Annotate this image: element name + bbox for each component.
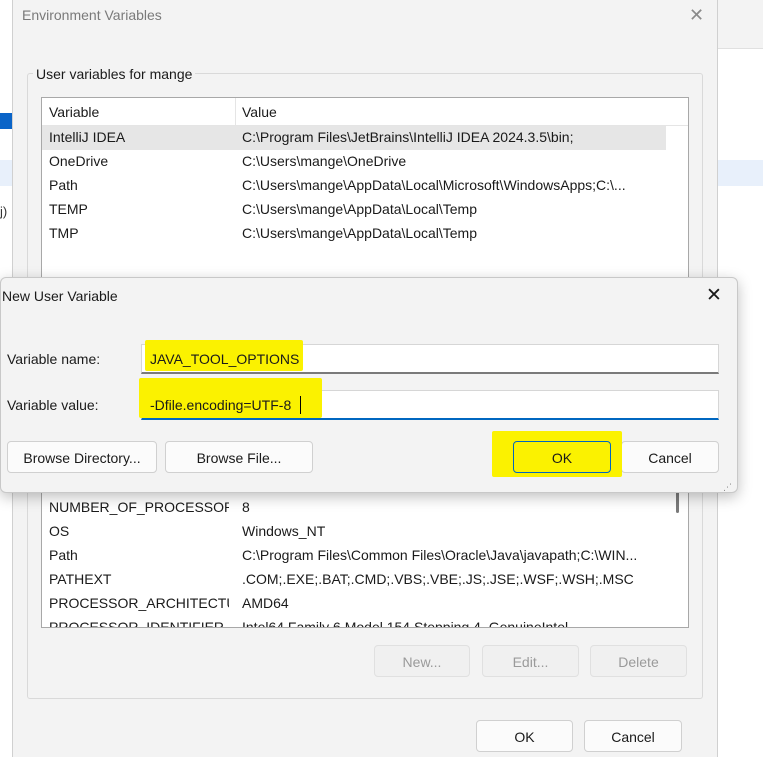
delete-system-variable-button[interactable]: Delete	[590, 645, 687, 677]
variable-name: OS	[49, 523, 70, 539]
list-header: Variable Value	[42, 98, 688, 126]
variable-value: C:\Program Files\Common Files\Oracle\Jav…	[242, 547, 638, 563]
variable-name-label: Variable name:	[7, 351, 101, 367]
background-accent-bar	[0, 113, 12, 129]
dialog-title: Environment Variables	[22, 7, 162, 23]
table-row[interactable]: OneDrive C:\Users\mange\OneDrive	[42, 150, 666, 174]
table-row[interactable]: PROCESSOR_IDENTIFIER Intel64 Family 6 Mo…	[42, 616, 666, 628]
column-divider[interactable]	[235, 98, 236, 125]
variable-value: C:\Users\mange\OneDrive	[242, 153, 407, 169]
variable-value: C:\Users\mange\AppData\Local\Microsoft\W…	[242, 177, 626, 193]
variable-name: PATHEXT	[49, 571, 112, 587]
new-user-variable-dialog: New User Variable ✕ Variable name: JAVA_…	[0, 277, 738, 493]
variable-name: Path	[49, 547, 78, 563]
variable-value: Windows_NT	[242, 523, 326, 539]
variable-value: C:\Users\mange\AppData\Local\Temp	[242, 225, 477, 241]
user-variables-label: User variables for mange	[33, 66, 196, 82]
variable-name: PROCESSOR_IDENTIFIER	[49, 619, 225, 628]
variable-name: Path	[49, 177, 78, 193]
column-header-variable[interactable]: Variable	[49, 104, 99, 120]
variable-value: AMD64	[242, 595, 289, 611]
table-row[interactable]: PROCESSOR_ARCHITECTU... AMD64	[42, 592, 666, 616]
cancel-button[interactable]: Cancel	[621, 441, 719, 473]
table-row[interactable]: Path C:\Program Files\Common Files\Oracl…	[42, 544, 666, 568]
variable-value: C:\Users\mange\AppData\Local\Temp	[242, 201, 477, 217]
background-window-titlebar	[716, 0, 763, 49]
variable-name: OneDrive	[49, 153, 109, 169]
close-icon[interactable]: ✕	[689, 5, 704, 26]
variable-value: C:\Program Files\JetBrains\IntelliJ IDEA…	[242, 129, 574, 145]
variable-name-field[interactable]: JAVA_TOOL_OPTIONS	[141, 340, 719, 374]
column-header-value[interactable]: Value	[242, 104, 277, 120]
variable-name: TMP	[49, 225, 79, 241]
variable-name: TEMP	[49, 201, 88, 217]
dialog-title: New User Variable	[2, 288, 118, 304]
table-row[interactable]: PATHEXT .COM;.EXE;.BAT;.CMD;.VBS;.VBE;.J…	[42, 568, 666, 592]
edit-system-variable-button[interactable]: Edit...	[482, 645, 579, 677]
user-variables-list[interactable]: Variable Value IntelliJ IDEA C:\Program …	[41, 97, 689, 279]
background-text-fragment: j)	[0, 204, 8, 219]
variable-value-field[interactable]: -Dfile.encoding=UTF-8	[139, 378, 719, 420]
variable-name: IntelliJ IDEA	[49, 129, 126, 145]
variable-name: PROCESSOR_ARCHITECTU...	[49, 595, 229, 611]
variable-value: 8	[242, 499, 250, 515]
text-caret	[300, 396, 301, 414]
table-row[interactable]: IntelliJ IDEA C:\Program Files\JetBrains…	[42, 126, 666, 150]
variable-name-value: JAVA_TOOL_OPTIONS	[150, 351, 300, 367]
system-variables-list[interactable]: NUMBER_OF_PROCESSORS 8 OS Windows_NT Pat…	[41, 488, 689, 628]
background-selected-row-right	[716, 160, 763, 186]
resize-grip-icon[interactable]: ⋰	[723, 482, 733, 493]
browse-file-button[interactable]: Browse File...	[165, 441, 313, 473]
variable-name: NUMBER_OF_PROCESSORS	[49, 499, 229, 515]
variable-value: Intel64 Family 6 Model 154 Stepping 4, G…	[242, 619, 569, 628]
ok-button[interactable]: OK	[476, 720, 573, 752]
table-row[interactable]: OS Windows_NT	[42, 520, 666, 544]
background-selected-row	[0, 160, 12, 186]
cancel-button[interactable]: Cancel	[584, 720, 682, 752]
variable-value: .COM;.EXE;.BAT;.CMD;.VBS;.VBE;.JS;.JSE;.…	[242, 571, 634, 587]
close-icon[interactable]: ✕	[706, 284, 722, 307]
table-row[interactable]: NUMBER_OF_PROCESSORS 8	[42, 496, 666, 520]
table-row[interactable]: TMP C:\Users\mange\AppData\Local\Temp	[42, 222, 666, 246]
table-row[interactable]: TEMP C:\Users\mange\AppData\Local\Temp	[42, 198, 666, 222]
scrollbar-thumb[interactable]	[676, 491, 679, 513]
new-system-variable-button[interactable]: New...	[374, 645, 470, 677]
ok-button[interactable]: OK	[513, 441, 611, 473]
browse-directory-button[interactable]: Browse Directory...	[7, 441, 157, 473]
table-row[interactable]: Path C:\Users\mange\AppData\Local\Micros…	[42, 174, 666, 198]
variable-value-value: -Dfile.encoding=UTF-8	[150, 397, 292, 413]
variable-value-label: Variable value:	[7, 397, 99, 413]
